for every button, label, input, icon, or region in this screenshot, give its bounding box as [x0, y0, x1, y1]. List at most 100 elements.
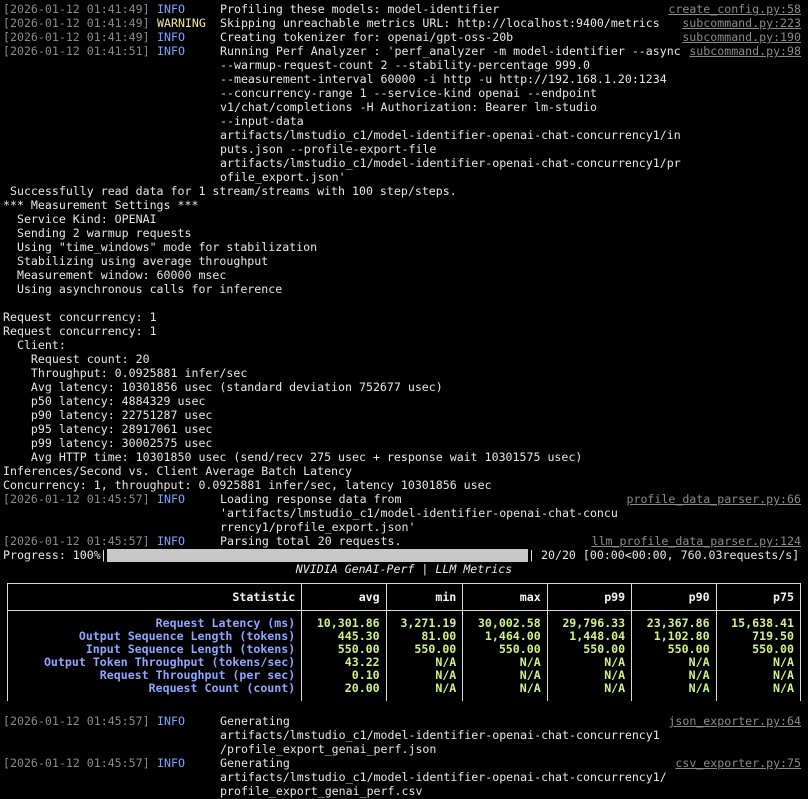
metric-value: 29,796.33 [546, 610, 633, 630]
log-continuation: 'artifacts/lmstudio_c1/model-identifier-… [220, 506, 618, 520]
log-timestamp: [2026-01-12 01:41:49] [3, 30, 150, 44]
log-continuation: ofile_export.json' [220, 170, 346, 184]
metric-value: 10,301.86 [301, 610, 387, 630]
log-continuation: artifacts/lmstudio_c1/model-identifier-o… [220, 770, 667, 784]
log-message: Creating tokenizer for: openai/gpt-oss-2… [220, 30, 514, 44]
log-timestamp: [2026-01-12 01:41:51] [3, 44, 150, 58]
source-link[interactable]: csv_exporter.py:75 [675, 756, 801, 770]
output-line: p90 latency: 22751287 usec [3, 408, 213, 422]
metric-value: 15,638.41 [715, 610, 802, 630]
table-header-row: Statistic avg min max p99 p90 p75 [6, 583, 802, 611]
log-level: INFO [157, 44, 185, 58]
metrics-table: Statistic avg min max p99 p90 p75 Request Laten… [6, 583, 802, 701]
output-line: *** Measurement Settings *** [3, 198, 199, 212]
log-message: Generating [220, 756, 290, 770]
log-continuation: profile_export_genai_perf.csv [220, 784, 423, 798]
output-line: Request concurrency: 1 [3, 310, 157, 324]
metric-value: N/A [546, 682, 633, 701]
log-level: INFO [157, 492, 185, 506]
progress-counts: 20/20 [00:00<00:00, 760.03requests/s] [541, 548, 800, 562]
progress-label: Progress: 100% [3, 548, 101, 562]
output-line: Inferences/Second vs. Client Average Bat… [3, 464, 353, 478]
log-timestamp: [2026-01-12 01:41:49] [3, 16, 150, 30]
output-line: Throughput: 0.0925881 infer/sec [3, 366, 248, 380]
log-continuation: puts.json --profile-export-file [220, 142, 437, 156]
progress-bar [107, 549, 528, 562]
source-link[interactable]: subcommand.py:98 [689, 44, 801, 58]
output-line: p99 latency: 30002575 usec [3, 436, 213, 450]
log-timestamp: [2026-01-12 01:41:49] [3, 2, 150, 16]
progress-left-border: | [100, 548, 107, 562]
output-line: Stabilizing using average throughput [3, 254, 269, 268]
progress-right-border: | [528, 548, 535, 562]
log-level: INFO [157, 714, 185, 728]
metric-value: N/A [462, 682, 548, 701]
log-timestamp: [2026-01-12 01:45:57] [3, 492, 150, 506]
output-line: p95 latency: 28917061 usec [3, 422, 213, 436]
column-header: p75 [715, 583, 802, 611]
log-level: INFO [157, 756, 185, 770]
source-link[interactable]: subcommand.py:223 [682, 16, 801, 30]
column-header: max [462, 583, 548, 611]
log-continuation: --concurrency-range 1 --service-kind ope… [220, 86, 597, 100]
statistic-name: Request Count (count) [6, 682, 303, 701]
column-header: p90 [631, 583, 717, 611]
output-line: Request concurrency: 1 [3, 324, 157, 338]
table-row: Request Latency (ms) 10,301.86 3,271.19 30,… [6, 610, 802, 630]
output-line: p50 latency: 4884329 usec [3, 394, 206, 408]
source-link[interactable]: json_exporter.py:64 [668, 714, 801, 728]
log-message: Skipping unreachable metrics URL: http:/… [220, 16, 660, 30]
column-header: min [385, 583, 464, 611]
source-link[interactable]: create_config.py:58 [668, 2, 801, 16]
log-continuation: /profile_export_genai_perf.json [220, 742, 437, 756]
output-line: Sending 2 warmup requests [3, 226, 192, 240]
column-header: avg [301, 583, 387, 611]
log-level: INFO [157, 534, 185, 548]
column-header: Statistic [6, 583, 303, 611]
log-continuation: --input-data [220, 114, 304, 128]
output-line: Concurrency: 1, throughput: 0.0925881 in… [3, 478, 492, 492]
output-line: Using "time_windows" mode for stabilizat… [3, 240, 318, 254]
output-line: Service Kind: OPENAI [3, 212, 157, 226]
statistic-name: Request Latency (ms) [6, 610, 303, 630]
log-level: WARNING [157, 16, 206, 30]
output-line: Avg latency: 10301856 usec (standard dev… [3, 380, 443, 394]
log-message: Running Perf Analyzer : 'perf_analyzer -… [220, 44, 681, 58]
metric-value: 30,002.58 [462, 610, 548, 630]
metric-value: N/A [715, 682, 802, 701]
output-line: Successfully read data for 1 stream/stre… [3, 184, 457, 198]
log-timestamp: [2026-01-12 01:45:57] [3, 756, 150, 770]
log-continuation: artifacts/lmstudio_c1/model-identifier-o… [220, 156, 681, 170]
log-continuation: artifacts/lmstudio_c1/model-identifier-o… [220, 128, 681, 142]
table-title: NVIDIA GenAI-Perf | LLM Metrics [295, 562, 513, 576]
output-line: Client: [3, 338, 66, 352]
log-continuation: v1/chat/completions -H Authorization: Be… [220, 100, 597, 114]
output-line: Using asynchronous calls for inference [3, 282, 283, 296]
output-line: Measurement window: 60000 msec [3, 268, 227, 282]
log-continuation: artifacts/lmstudio_c1/model-identifier-o… [220, 728, 660, 742]
log-timestamp: [2026-01-12 01:45:57] [3, 714, 150, 728]
metric-value: 3,271.19 [385, 610, 464, 630]
source-link[interactable]: profile_data_parser.py:66 [626, 492, 801, 506]
log-continuation: rrency1/profile_export.json' [220, 520, 416, 534]
source-link[interactable]: llm_profile_data_parser.py:124 [592, 534, 801, 548]
source-link[interactable]: subcommand.py:190 [682, 30, 801, 44]
metric-value: 23,367.86 [631, 610, 717, 630]
metric-value: N/A [385, 682, 464, 701]
log-message: Profiling these models: model-identifier [220, 2, 500, 16]
log-timestamp: [2026-01-12 01:45:57] [3, 534, 150, 548]
log-message: Generating [220, 714, 290, 728]
table-row: Request Throughput (per sec) 0.10 N/A N/A N/… [6, 669, 802, 682]
column-header: p99 [546, 583, 633, 611]
log-level: INFO [157, 2, 185, 16]
output-line: Request count: 20 [3, 352, 150, 366]
output-line: Avg HTTP time: 10301850 usec (send/recv … [3, 450, 583, 464]
log-message: Loading response data from [220, 492, 402, 506]
metric-value: 20.00 [301, 682, 387, 701]
log-continuation: --warmup-request-count 2 --stability-per… [220, 58, 590, 72]
log-continuation: --measurement-interval 60000 -i http -u … [220, 72, 667, 86]
log-level: INFO [157, 30, 185, 44]
metric-value: N/A [631, 682, 717, 701]
log-message: Parsing total 20 requests. [220, 534, 402, 548]
table-row: Request Count (count) 20.00 N/A N/A N/A N/A N/… [6, 682, 802, 701]
